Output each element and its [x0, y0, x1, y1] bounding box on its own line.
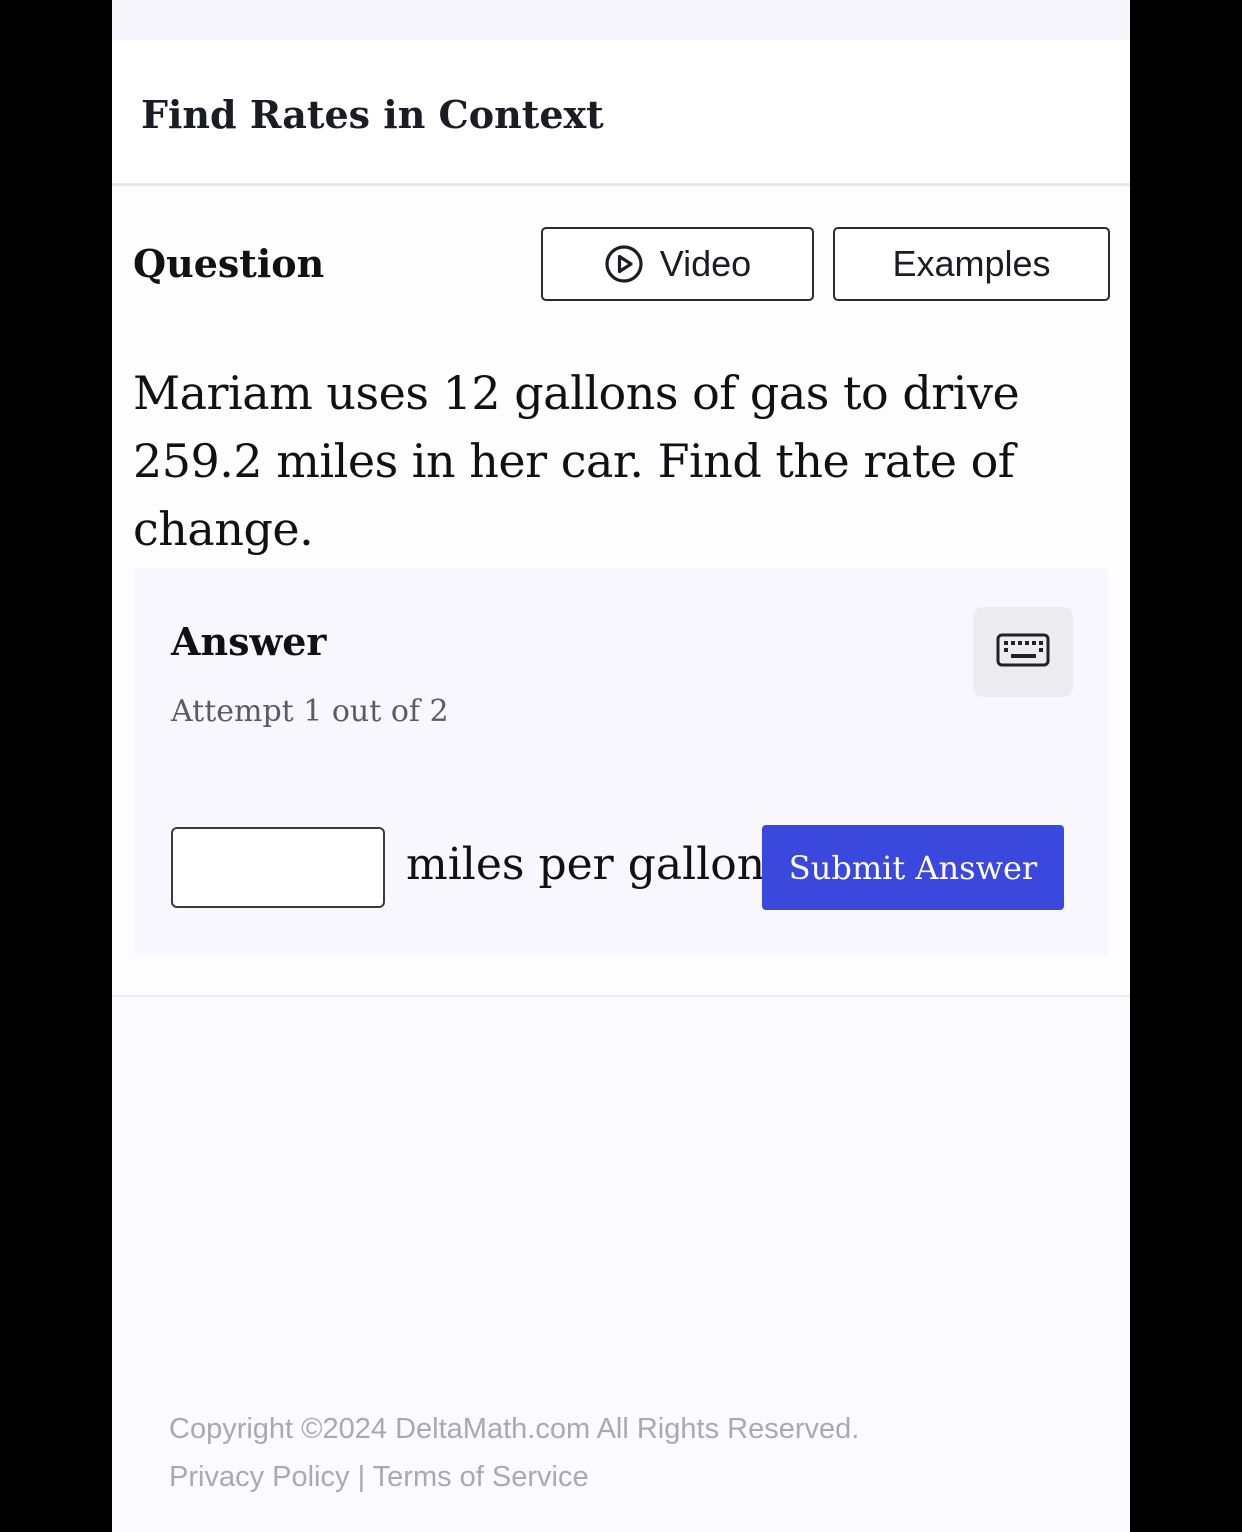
examples-button[interactable]: Examples	[833, 227, 1110, 301]
submit-answer-label: Submit Answer	[788, 848, 1038, 887]
terms-of-service-link[interactable]: Terms of Service	[373, 1461, 589, 1493]
answer-panel: Answer Attempt 1 out of 2 miles per gall…	[134, 569, 1108, 955]
keyboard-toggle-button[interactable]	[973, 607, 1073, 697]
footer-links: Privacy Policy | Terms of Service	[169, 1453, 859, 1501]
question-card: Question Video Examples Mariam uses 12 g…	[112, 189, 1130, 997]
page: Find Rates in Context Question Video Exa…	[112, 0, 1130, 1532]
examples-button-label: Examples	[892, 243, 1051, 284]
submit-answer-button[interactable]: Submit Answer	[762, 825, 1064, 910]
attempt-counter: Attempt 1 out of 2	[171, 694, 449, 729]
privacy-policy-link[interactable]: Privacy Policy	[169, 1461, 350, 1493]
copyright-text: Copyright ©2024 DeltaMath.com All Rights…	[169, 1413, 860, 1445]
unit-label: miles per gallon	[406, 839, 766, 890]
page-header: Find Rates in Context	[112, 40, 1130, 186]
page-title: Find Rates in Context	[141, 92, 604, 137]
footer: Copyright ©2024 DeltaMath.com All Rights…	[169, 1405, 859, 1501]
answer-input[interactable]	[171, 827, 385, 908]
question-heading: Question	[133, 241, 325, 286]
footer-separator: |	[357, 1461, 366, 1493]
keyboard-icon	[996, 633, 1050, 672]
question-text: Mariam uses 12 gallons of gas to drive 2…	[133, 366, 1020, 556]
video-button[interactable]: Video	[541, 227, 814, 301]
video-button-label: Video	[659, 243, 752, 284]
play-circle-icon	[604, 244, 644, 284]
top-strip	[112, 0, 1130, 40]
answer-heading: Answer	[171, 619, 327, 664]
